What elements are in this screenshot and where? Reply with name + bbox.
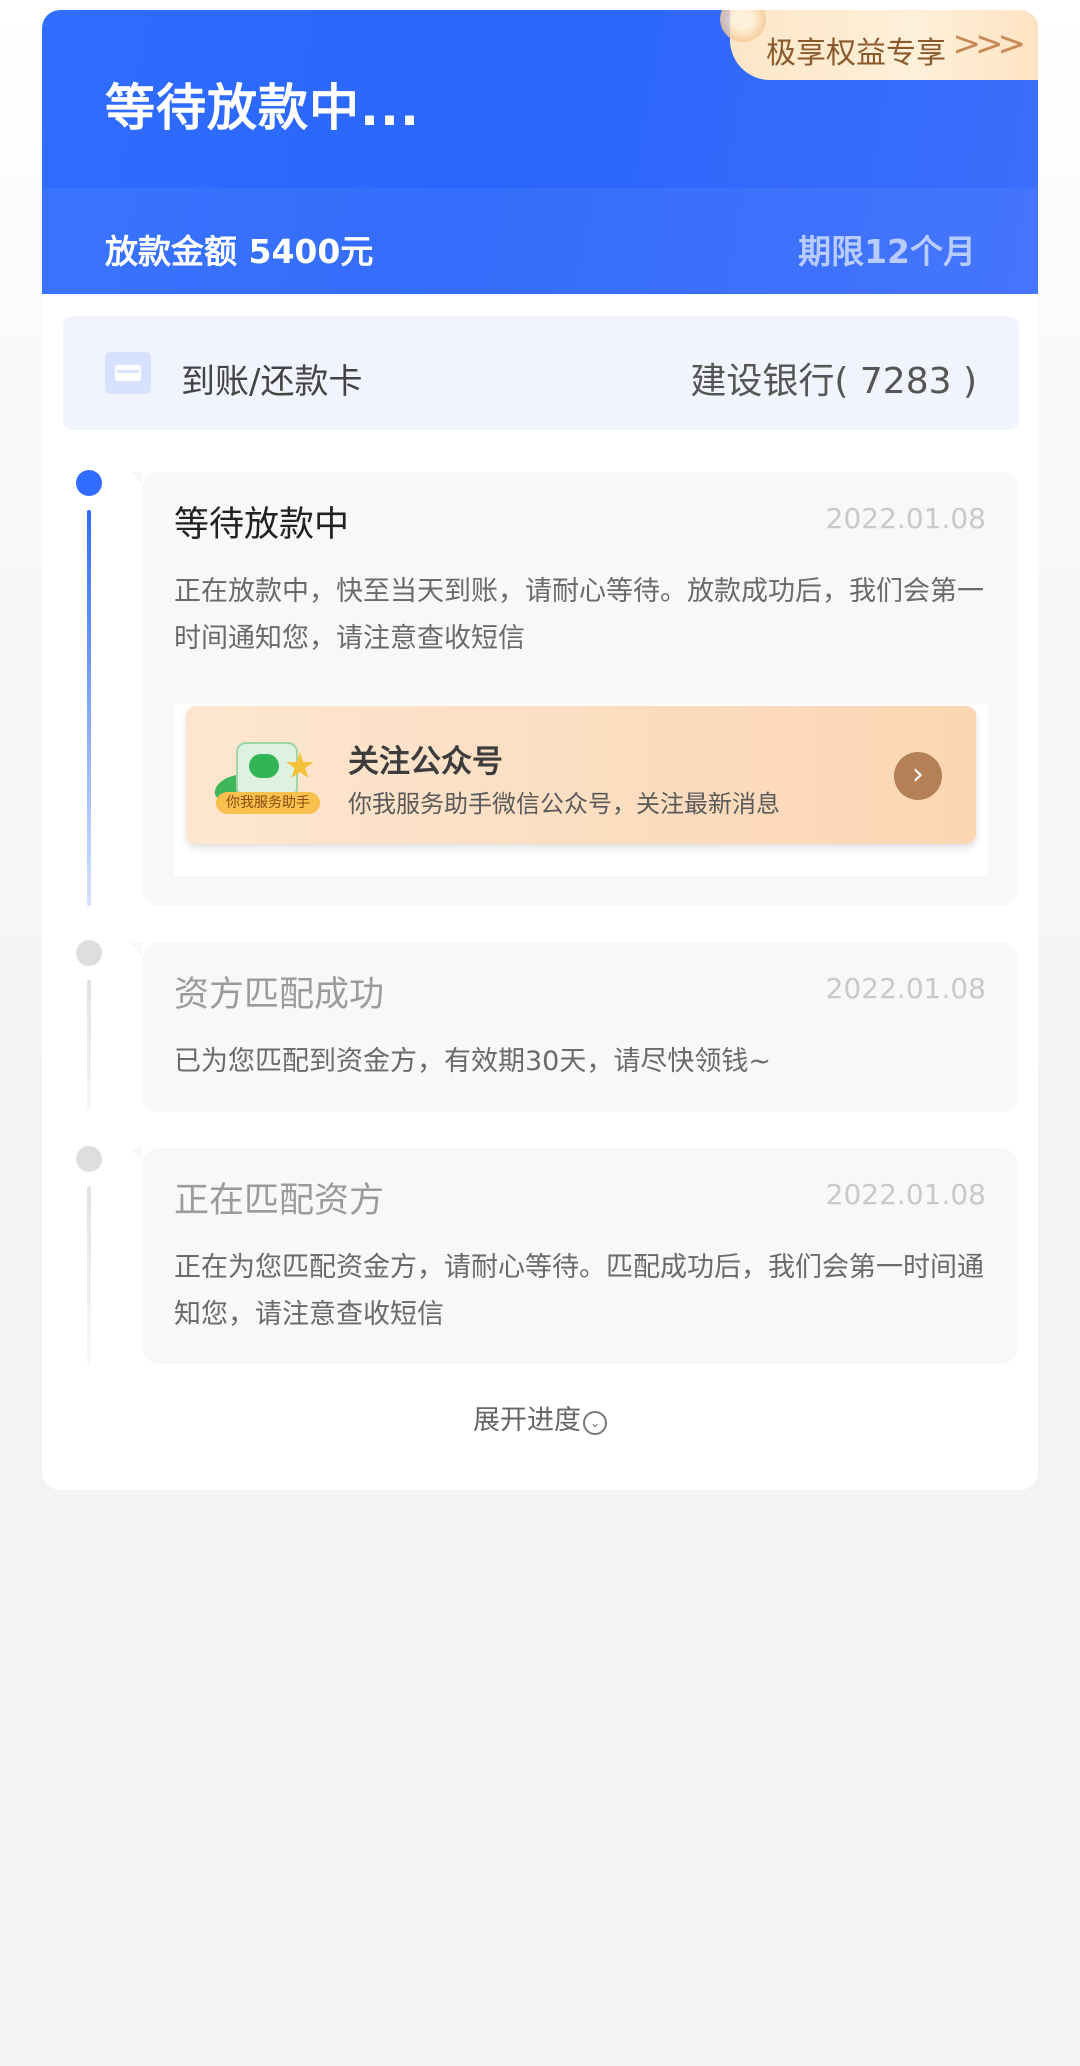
chevron-right-icon[interactable]: › (894, 752, 942, 800)
wechat-assistant-badge-icon: ★ 你我服务助手 (211, 736, 320, 818)
timeline-step-matching-funder: 正在匹配资方 2022.01.08 正在为您匹配资金方，请耐心等待。匹配成功后，… (130, 1148, 1018, 1364)
step-date: 2022.01.08 (825, 1178, 986, 1211)
step-date: 2022.01.08 (825, 502, 986, 535)
status-title: 等待放款中... (105, 79, 420, 137)
triple-chevron-icon: >>> (952, 24, 1027, 64)
timeline-line-inactive (87, 980, 91, 1110)
flower-icon (720, 10, 766, 42)
step-description: 正在放款中，快至当天到账，请耐心等待。放款成功后，我们会第一时间通知您，请注意查… (174, 576, 984, 654)
expand-progress-label: 展开进度 (473, 1405, 581, 1436)
step-title: 正在匹配资方 (174, 1181, 385, 1221)
step-date: 2022.01.08 (825, 972, 986, 1005)
star-icon: ★ (283, 746, 316, 787)
timeline-dot-active (76, 470, 102, 496)
bank-account-value: 建设银行( 7283 ) (690, 361, 977, 402)
chevron-down-icon: ⌄ (583, 1411, 607, 1435)
expand-progress-button[interactable]: 展开进度 ⌄ (0, 1398, 1080, 1437)
perk-banner-button[interactable]: 极享权益专享 >>> (720, 10, 1038, 80)
loan-term: 期限12个月 (798, 232, 976, 271)
step-description: 正在为您匹配资金方，请耐心等待。匹配成功后，我们会第一时间通知您，请注意查收短信 (174, 1252, 984, 1330)
perk-label: 极享权益专享 (766, 36, 946, 71)
loan-status-card: 等待放款中... 放款金额 5400元 期限12个月 极享权益专享 >>> 到账… (42, 10, 1038, 1490)
follow-banner-container: ★ 你我服务助手 关注公众号 你我服务助手微信公众号，关注最新消息 › (174, 704, 988, 876)
loan-amount: 放款金额 5400元 (105, 232, 374, 271)
wechat-icon (249, 754, 279, 778)
timeline-line-active (87, 510, 91, 906)
step-title: 资方匹配成功 (174, 975, 385, 1015)
repayment-card-row[interactable]: 到账/还款卡 建设银行( 7283 ) (63, 316, 1019, 430)
bank-card-icon (105, 352, 151, 394)
step-description: 已为您匹配到资金方，有效期30天，请尽快领钱~ (174, 1046, 771, 1077)
repayment-card-label: 到账/还款卡 (181, 362, 363, 402)
timeline-step-waiting-payout: 等待放款中 2022.01.08 正在放款中，快至当天到账，请耐心等待。放款成功… (130, 472, 1018, 906)
loan-header: 等待放款中... 放款金额 5400元 期限12个月 极享权益专享 >>> (42, 10, 1038, 294)
follow-official-account-banner[interactable]: ★ 你我服务助手 关注公众号 你我服务助手微信公众号，关注最新消息 › (186, 706, 976, 844)
step-title: 等待放款中 (174, 505, 350, 545)
timeline-step-funder-matched: 资方匹配成功 2022.01.08 已为您匹配到资金方，有效期30天，请尽快领钱… (130, 942, 1018, 1112)
timeline-line-inactive (87, 1186, 91, 1366)
follow-subtitle: 你我服务助手微信公众号，关注最新消息 (348, 790, 780, 818)
timeline-dot-inactive (76, 940, 102, 966)
badge-ribbon-text: 你我服务助手 (216, 792, 320, 814)
timeline-dot-inactive (76, 1146, 102, 1172)
follow-title: 关注公众号 (348, 744, 503, 780)
